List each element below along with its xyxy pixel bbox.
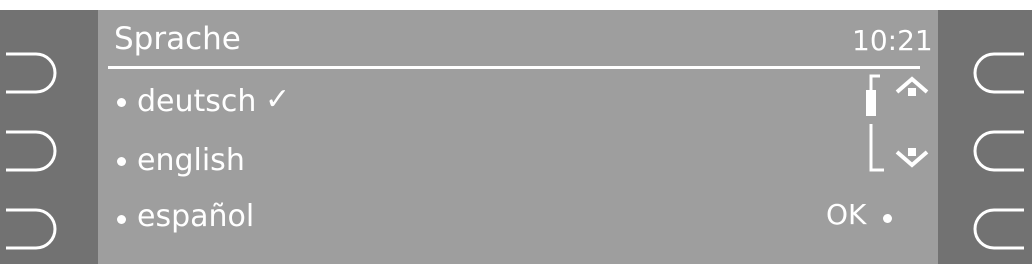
- ok-bullet: [883, 214, 892, 223]
- list-bullet: [117, 215, 126, 224]
- page-title: Sprache: [114, 21, 241, 57]
- clock: 10:21: [852, 24, 933, 57]
- left-softkey-3[interactable]: [6, 208, 58, 250]
- left-softkey-1[interactable]: [6, 52, 58, 94]
- list-bullet: [117, 157, 126, 166]
- scrollbar[interactable]: [860, 72, 932, 180]
- title-divider: [108, 66, 920, 69]
- selected-check-icon: ✓: [265, 82, 291, 117]
- down-arrow-icon: [895, 148, 929, 168]
- right-softkey-1[interactable]: [972, 52, 1024, 94]
- language-item-espanol[interactable]: español: [137, 202, 254, 232]
- right-softkey-2[interactable]: [972, 130, 1024, 172]
- up-arrow-icon: [895, 76, 929, 96]
- language-item-deutsch[interactable]: deutsch: [137, 87, 256, 117]
- list-bullet: [117, 98, 126, 107]
- left-softkey-2[interactable]: [6, 130, 58, 172]
- scrollbar-thumb: [866, 90, 876, 116]
- ok-label[interactable]: OK: [826, 201, 866, 229]
- language-item-english[interactable]: english: [137, 146, 245, 176]
- right-softkey-3[interactable]: [972, 208, 1024, 250]
